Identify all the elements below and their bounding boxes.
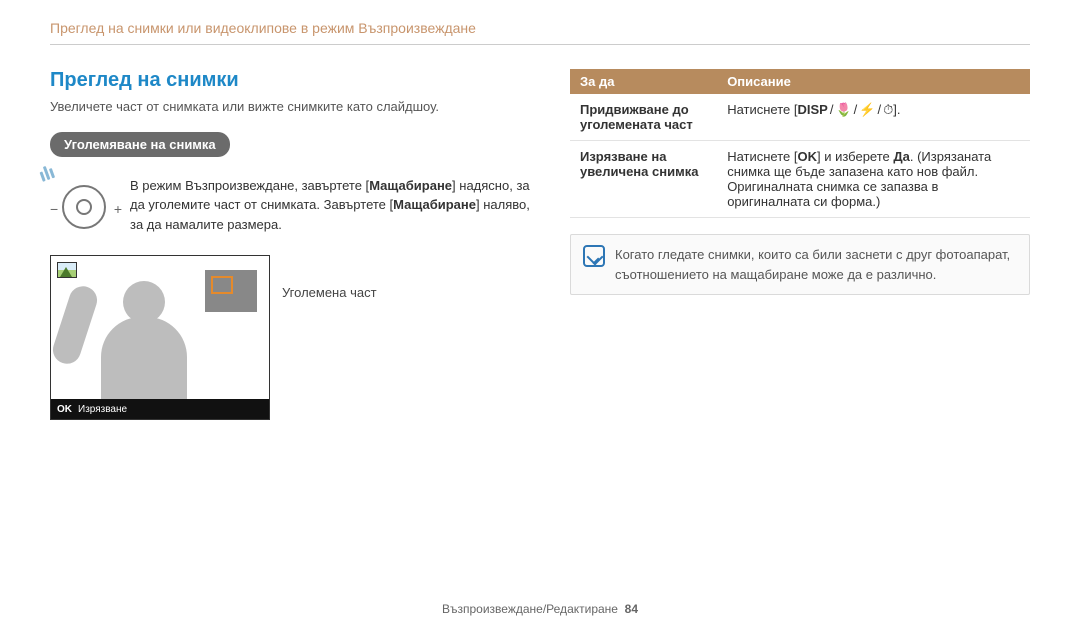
inst-kw1: Мащабиране <box>369 178 452 193</box>
page-title: Преглед на снимки <box>50 69 530 92</box>
row-desc: Натиснете [DISP/🌷/⚡/⏱]. <box>717 94 1030 141</box>
photo-preview: OK Изрязване <box>50 255 270 420</box>
r2-bold: Да <box>893 149 910 164</box>
page-number: 84 <box>625 602 638 616</box>
right-column: За да Описание Придвижване до уголеменат… <box>570 69 1030 420</box>
rotate-indicator-icon <box>37 162 63 188</box>
minus-label: − <box>50 201 58 217</box>
footer-section: Възпроизвеждане/Редактиране <box>442 602 618 616</box>
row-label: Придвижване до уголемената част <box>570 94 717 141</box>
r2-pre: Натиснете [ <box>727 149 797 164</box>
callout-leader <box>269 290 270 292</box>
row-desc: Натиснете [OK] и изберете Да. (Изрязанат… <box>717 141 1030 218</box>
macro-key-icon: 🌷 <box>835 102 851 117</box>
footer-crop-label: Изрязване <box>78 404 127 415</box>
r1-pre: Натиснете [ <box>727 102 797 117</box>
note-icon <box>583 245 605 267</box>
ok-key-icon: OK <box>797 149 817 164</box>
zoom-callout-label: Уголемена част <box>282 285 377 300</box>
table-row: Придвижване до уголемената част Натиснет… <box>570 94 1030 141</box>
disp-key-icon: DISP <box>797 102 827 117</box>
timer-key-icon: ⏱ <box>883 102 893 117</box>
r2-mid: ] и изберете <box>817 149 893 164</box>
inst-kw2: Мащабиране <box>393 197 476 212</box>
zoom-selection-box <box>211 276 233 294</box>
actions-table: За да Описание Придвижване до уголеменат… <box>570 69 1030 218</box>
left-column: Преглед на снимки Увеличете част от сним… <box>50 69 530 420</box>
flash-key-icon: ⚡ <box>859 102 875 117</box>
info-note: Когато гледате снимки, които са били зас… <box>570 234 1030 295</box>
person-silhouette <box>61 279 211 419</box>
th-desc: Описание <box>717 69 1030 94</box>
main-columns: Преглед на снимки Увеличете част от сним… <box>50 69 1030 420</box>
note-text: Когато гледате снимки, които са били зас… <box>615 245 1017 284</box>
plus-label: + <box>114 201 122 217</box>
instruction-row: − + В режим Възпроизвеждане, завъртете [… <box>50 171 530 239</box>
row-label: Изрязване на увеличена снимка <box>570 141 717 218</box>
r1-post: ]. <box>893 102 900 117</box>
table-row: Изрязване на увеличена снимка Натиснете … <box>570 141 1030 218</box>
preview-footer-bar: OK Изрязване <box>51 399 269 419</box>
intro-text: Увеличете част от снимката или вижте сни… <box>50 98 530 116</box>
instruction-text: В режим Възпроизвеждане, завъртете [Маща… <box>130 176 530 235</box>
preview-row: OK Изрязване Уголемена част <box>50 255 530 420</box>
subsection-pill: Уголемяване на снимка <box>50 132 230 157</box>
ok-icon: OK <box>57 404 72 415</box>
th-action: За да <box>570 69 717 94</box>
breadcrumb: Преглед на снимки или видеоклипове в реж… <box>50 20 1030 36</box>
inst-pre: В режим Възпроизвеждане, завъртете [ <box>130 178 369 193</box>
photo-thumbnail-icon <box>57 262 77 278</box>
divider <box>50 44 1030 45</box>
zoom-overview <box>205 270 257 312</box>
zoom-dial-icon: − + <box>50 171 118 239</box>
page-footer: Възпроизвеждане/Редактиране 84 <box>0 602 1080 616</box>
